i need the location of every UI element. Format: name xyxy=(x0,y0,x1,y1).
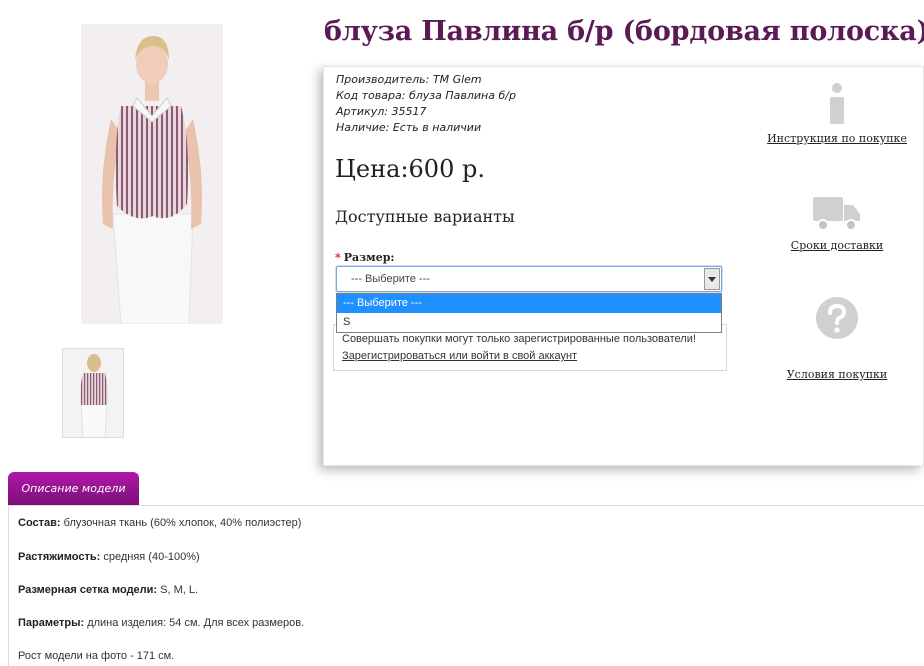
product-meta: Производитель: TM Glem Код товара: блуза… xyxy=(336,72,516,136)
variants-heading: Доступные варианты xyxy=(335,207,515,226)
tab-model-description[interactable]: Описание модели xyxy=(8,472,139,506)
side-link-label[interactable]: Условия покупки xyxy=(762,368,912,381)
info-icon xyxy=(762,82,912,126)
chevron-down-icon[interactable] xyxy=(704,268,720,290)
model-photo-illustration xyxy=(81,24,223,324)
side-link-instructions[interactable]: Инструкция по покупке xyxy=(762,82,912,145)
side-link-label[interactable]: Сроки доставки xyxy=(762,239,912,252)
size-label: * Размер: xyxy=(335,251,395,264)
description-line: Параметры: длина изделия: 54 см. Для все… xyxy=(18,617,305,629)
description-line: Размерная сетка модели: S, M, L. xyxy=(18,584,199,596)
delivery-truck-icon xyxy=(762,193,912,233)
size-select-value: --- Выберите --- xyxy=(351,273,430,285)
product-price: Цена:600 р. xyxy=(335,155,485,183)
description-panel: Состав: блузочная ткань (60% хлопок, 40%… xyxy=(8,505,924,666)
description-line: Состав: блузочная ткань (60% хлопок, 40%… xyxy=(18,517,302,529)
required-mark: * xyxy=(335,251,341,264)
description-line: Растяжимость: средняя (40-100%) xyxy=(18,551,200,563)
size-option-placeholder[interactable]: --- Выберите --- xyxy=(337,294,721,313)
meta-availability: Наличие: Есть в наличии xyxy=(336,121,482,134)
side-link-delivery[interactable]: Сроки доставки xyxy=(762,193,912,252)
meta-manufacturer: Производитель: TM Glem xyxy=(336,73,482,86)
size-dropdown-list[interactable]: --- Выберите --- S xyxy=(336,293,722,333)
size-option-s[interactable]: S xyxy=(337,313,721,332)
product-info-panel: Производитель: TM Glem Код товара: блуза… xyxy=(323,66,924,466)
size-select[interactable]: --- Выберите --- xyxy=(336,266,722,292)
thumbnail-illustration xyxy=(63,349,123,437)
product-title: блуза Павлина б/р (бордовая полоска) xyxy=(324,16,924,47)
question-icon xyxy=(762,296,912,340)
register-login-link[interactable]: Зарегистрироваться или войти в свой акка… xyxy=(342,350,577,362)
description-line: Рост модели на фото - 171 см. xyxy=(18,650,175,662)
meta-product-code: Код товара: блуза Павлина б/р xyxy=(336,89,516,102)
login-notice-text: Совершать покупки могут только зарегистр… xyxy=(342,333,696,345)
product-main-image[interactable] xyxy=(81,24,223,324)
side-link-label[interactable]: Инструкция по покупке xyxy=(762,132,912,145)
side-link-terms[interactable]: Условия покупки xyxy=(762,296,912,381)
meta-article: Артикул: 35517 xyxy=(336,105,427,118)
product-thumbnail[interactable] xyxy=(62,348,124,438)
